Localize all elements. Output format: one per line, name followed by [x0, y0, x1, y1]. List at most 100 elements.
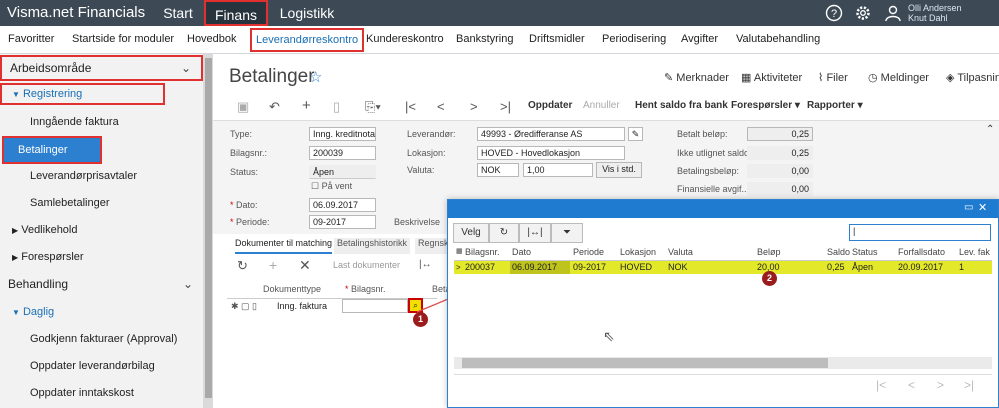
- last-page-icon[interactable]: >|: [964, 378, 974, 392]
- header-belop[interactable]: Beløp: [757, 247, 781, 261]
- annuller-button[interactable]: Annuller: [583, 100, 620, 111]
- header-bilagsnr[interactable]: Bilagsnr.: [465, 247, 500, 261]
- cell-bilagsnr[interactable]: 200037: [465, 261, 495, 274]
- header-saldo[interactable]: Saldo: [827, 247, 850, 261]
- prev-icon[interactable]: <: [437, 99, 445, 114]
- oppdater-button[interactable]: Oppdater: [528, 100, 572, 111]
- sidebar-item-oppdater-inntakskost[interactable]: Oppdater inntakskost: [0, 380, 203, 406]
- last-dokumenter-button[interactable]: Last dokumenter: [333, 260, 400, 270]
- module-favoritter[interactable]: Favoritter: [8, 33, 54, 45]
- header-valuta[interactable]: Valuta: [668, 247, 693, 261]
- section-daglig[interactable]: ▼ Daglig: [0, 299, 203, 325]
- pa-vent-checkbox[interactable]: ☐ På vent: [311, 181, 352, 192]
- header-bilagsnr[interactable]: * Bilagsnr.: [345, 284, 386, 294]
- merknader-link[interactable]: ✎ Merknader: [664, 71, 729, 84]
- filter-icon[interactable]: ⏷: [551, 223, 583, 243]
- valuta-field[interactable]: NOK: [477, 163, 519, 177]
- refresh-icon[interactable]: ↻: [237, 258, 248, 274]
- module-valutabehandling[interactable]: Valutabehandling: [736, 33, 820, 45]
- workspace-header[interactable]: Arbeidsområde ⌄: [0, 55, 203, 81]
- hent-saldo-button[interactable]: Hent saldo fra bank: [635, 100, 728, 111]
- nav-start[interactable]: Start: [150, 0, 206, 26]
- cell-periode[interactable]: 09-2017: [573, 261, 606, 274]
- header-forfallsdato[interactable]: Forfallsdato: [898, 247, 945, 261]
- header-lev-fak[interactable]: Lev. fak: [959, 247, 990, 261]
- module-hovedbok[interactable]: Hovedbok: [187, 33, 237, 45]
- dato-field[interactable]: 06.09.2017: [309, 198, 376, 212]
- sidebar-item-oppdater-leverandorbilag[interactable]: Oppdater leverandørbilag: [0, 353, 203, 379]
- filer-link[interactable]: ⌇ Filer: [818, 71, 848, 84]
- header-periode[interactable]: Periode: [573, 247, 604, 261]
- velg-button[interactable]: Velg: [453, 223, 489, 243]
- header-lokasjon[interactable]: Lokasjon: [620, 247, 656, 261]
- meldinger-link[interactable]: ◷ Meldinger: [868, 71, 929, 84]
- sidebar-item-godkjenn[interactable]: Godkjenn fakturaer (Approval): [0, 326, 203, 352]
- module-startside[interactable]: Startside for moduler: [72, 33, 174, 45]
- header-dokumenttype[interactable]: Dokumenttype: [263, 284, 321, 294]
- section-registrering[interactable]: ▼ Registrering: [0, 83, 165, 105]
- module-kundereskontro[interactable]: Kundereskontro: [366, 33, 444, 45]
- header-dato[interactable]: Dato: [512, 247, 531, 261]
- row-doktype[interactable]: Inng. faktura: [277, 301, 327, 311]
- search-input[interactable]: |: [849, 224, 991, 241]
- vis-i-std-button[interactable]: Vis i std.: [596, 162, 642, 178]
- nav-logistikk[interactable]: Logistikk: [270, 0, 344, 26]
- next-icon[interactable]: >: [470, 99, 478, 114]
- last-icon[interactable]: >|: [500, 99, 511, 114]
- module-bankstyring[interactable]: Bankstyring: [456, 33, 513, 45]
- cell-saldo[interactable]: 0,25: [827, 261, 845, 274]
- sidebar-scroll-thumb[interactable]: [205, 58, 212, 398]
- group-foresporsler[interactable]: ▶ Forespørsler: [0, 246, 203, 268]
- tab-betalingshistorikk[interactable]: Betalingshistorikk: [334, 238, 411, 254]
- star-icon[interactable]: ☆: [309, 68, 322, 86]
- add-icon[interactable]: +: [302, 97, 311, 114]
- save-icon[interactable]: ▣: [237, 99, 249, 115]
- rapporter-menu[interactable]: Rapporter ▾: [807, 100, 863, 111]
- type-select[interactable]: Inng. kreditnota: [309, 127, 376, 141]
- cell-status[interactable]: Åpen: [852, 261, 873, 274]
- gear-icon[interactable]: [854, 4, 872, 22]
- add-row-icon[interactable]: +: [269, 257, 277, 273]
- first-page-icon[interactable]: |<: [876, 378, 886, 392]
- copy-icon[interactable]: ⎘▾: [365, 99, 381, 115]
- sidebar-item-samlebetalinger[interactable]: Samlebetalinger: [0, 190, 203, 216]
- group-vedlikehold[interactable]: ▶ Vedlikehold: [0, 219, 203, 241]
- sidebar-item-betalinger[interactable]: Betalinger: [2, 136, 102, 164]
- refresh-icon[interactable]: ↻: [489, 223, 519, 243]
- user-icon[interactable]: [884, 4, 902, 22]
- periode-field[interactable]: 09-2017: [309, 215, 376, 229]
- sidebar-item-inngaende-faktura[interactable]: Inngående faktura: [0, 109, 203, 135]
- fit-columns-icon[interactable]: |↔|: [519, 223, 551, 243]
- maximize-icon[interactable]: ▭: [964, 202, 973, 213]
- collapse-icon[interactable]: ⌃: [986, 124, 994, 135]
- cell-valuta[interactable]: NOK: [668, 261, 688, 274]
- module-leverandorreskontro[interactable]: Leverandørreskontro: [250, 28, 365, 52]
- module-periodisering[interactable]: Periodisering: [602, 33, 666, 45]
- cell-lokasjon[interactable]: HOVED: [620, 261, 652, 274]
- kurs-select[interactable]: 1,00: [523, 163, 593, 177]
- aktiviteter-link[interactable]: ▦ Aktiviteter: [741, 71, 802, 84]
- cell-forfallsdato[interactable]: 20.09.2017: [898, 261, 943, 274]
- tab-dokumenter[interactable]: Dokumenter til matching: [235, 238, 333, 254]
- module-avgifter[interactable]: Avgifter: [681, 33, 718, 45]
- horizontal-scroll-thumb[interactable]: [462, 358, 828, 368]
- nav-finans[interactable]: Finans: [204, 0, 268, 26]
- tilpasning-link[interactable]: ◈ Tilpasning: [946, 71, 999, 84]
- close-icon[interactable]: ✕: [978, 201, 987, 214]
- edit-icon[interactable]: ✎: [628, 127, 643, 141]
- row-bilagsnr-input[interactable]: [342, 299, 408, 313]
- leverandor-field[interactable]: 49993 - Øredifferanse AS: [477, 127, 625, 141]
- section-behandling[interactable]: Behandling ⌄: [0, 271, 203, 297]
- next-page-icon[interactable]: >: [937, 378, 944, 392]
- sidebar-item-leverandorprisavtaler[interactable]: Leverandørprisavtaler: [0, 163, 203, 189]
- module-driftsmidler[interactable]: Driftsmidler: [529, 33, 585, 45]
- delete-row-icon[interactable]: ✕: [299, 257, 311, 274]
- cell-dato[interactable]: 06.09.2017: [512, 261, 557, 274]
- help-icon[interactable]: ?: [825, 4, 843, 22]
- lokasjon-field[interactable]: HOVED - Hovedlokasjon: [477, 146, 625, 160]
- foresporsler-menu[interactable]: Forespørsler ▾: [731, 100, 800, 111]
- header-status[interactable]: Status: [852, 247, 878, 261]
- cell-lev-fak[interactable]: 1: [959, 261, 964, 274]
- bilagsnr-field[interactable]: 200039: [309, 146, 376, 160]
- prev-page-icon[interactable]: <: [908, 378, 915, 392]
